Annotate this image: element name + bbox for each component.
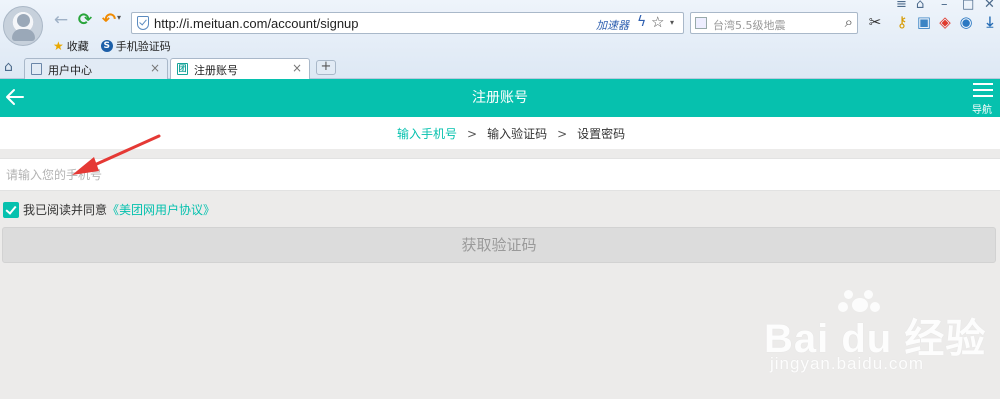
user-agreement-link[interactable]: 《美团网用户协议》 [107, 201, 215, 218]
step-set-password: 设置密码 [577, 127, 626, 141]
baidu-jingyan-watermark: Bai du 经验 jingyan.baidu.com [760, 288, 996, 388]
tab-user-center[interactable]: 用户中心 × [24, 58, 168, 79]
maximize-icon[interactable]: □ [962, 0, 974, 12]
chevron-down-icon[interactable]: ▾ [670, 18, 674, 27]
nav-label: 导航 [972, 105, 992, 116]
address-bar[interactable]: http://i.meituan.com/account/signup 加速器 … [131, 12, 684, 34]
nav-menu-button[interactable]: 导航 [972, 81, 994, 116]
paw-icon [830, 288, 890, 338]
lightning-icon[interactable]: ϟ [637, 14, 646, 30]
star-icon[interactable]: ☆ [651, 13, 664, 31]
list-icon [973, 83, 993, 99]
refresh-icon[interactable]: ⟳ [75, 10, 95, 30]
user-avatar[interactable] [3, 6, 43, 46]
new-tab-button[interactable]: + [316, 60, 336, 75]
key-icon[interactable]: ⚷ [893, 13, 911, 31]
minimize-icon[interactable]: – [941, 0, 948, 12]
page-icon [31, 63, 42, 75]
search-input[interactable]: 台湾5.5级地震 [713, 17, 786, 33]
star-icon: ★ [53, 39, 64, 53]
home-icon[interactable]: ⌂ [4, 59, 13, 75]
get-code-button[interactable]: 获取验证码 [2, 227, 996, 263]
bookmarks-bar: ★ 收藏 S 手机验证码 [53, 39, 171, 53]
page-title: 注册账号 [472, 90, 528, 106]
bookmark-label: 收藏 [66, 40, 89, 53]
bookmark-sms-code[interactable]: S 手机验证码 [100, 39, 171, 53]
back-arrow-icon[interactable]: ← [51, 10, 71, 30]
agree-checkbox[interactable] [3, 201, 19, 218]
agreement-row: 我已阅读并同意 《美团网用户协议》 [3, 201, 215, 218]
chevron-down-icon[interactable]: ▾ [117, 13, 121, 22]
signup-steps: 输入手机号 > 输入验证码 > 设置密码 [0, 117, 1000, 149]
watermark-brand: Bai du 经验 [764, 317, 987, 361]
watermark-url: jingyan.baidu.com [770, 354, 925, 373]
accelerator-label[interactable]: 加速器 [596, 17, 629, 33]
phone-input[interactable] [6, 165, 986, 185]
phone-row [0, 158, 1000, 191]
skin-icon[interactable]: ⌂ [916, 0, 924, 12]
red-app-icon[interactable]: ◈ [936, 13, 954, 31]
close-icon[interactable]: × [292, 61, 302, 75]
menu-icon[interactable]: ≡ [896, 0, 907, 12]
tab-label: 用户中心 [48, 64, 92, 77]
step-separator: > [557, 126, 568, 141]
close-icon[interactable]: × [150, 61, 160, 75]
url-text[interactable]: http://i.meituan.com/account/signup [154, 16, 359, 31]
scissors-icon[interactable]: ✂ [866, 13, 884, 31]
agree-text: 我已阅读并同意 [23, 203, 108, 217]
extension-icon[interactable]: ▣ [915, 13, 933, 31]
bookmark-favorites[interactable]: ★ 收藏 [53, 39, 89, 53]
bookmark-label: 手机验证码 [115, 40, 171, 53]
tab-label: 注册账号 [194, 64, 238, 77]
step-separator: > [467, 126, 478, 141]
search-engine-icon [695, 17, 707, 29]
shield-icon [137, 16, 149, 30]
meituan-icon: 团 [177, 63, 188, 75]
browser-chrome: ← ⟳ ↶ ▾ http://i.meituan.com/account/sig… [0, 0, 1000, 79]
step-enter-code: 输入验证码 [487, 127, 548, 141]
download-icon[interactable]: ⤓ [981, 13, 999, 31]
back-arrow-icon[interactable] [5, 87, 25, 107]
step-enter-phone: 输入手机号 [397, 127, 458, 141]
search-bar[interactable]: 台湾5.5级地震 ⌕ [690, 12, 858, 34]
globe-icon[interactable]: ◉ [957, 13, 975, 31]
sogou-icon: S [100, 40, 113, 52]
tab-signup[interactable]: 团 注册账号 × [170, 58, 310, 79]
undo-icon[interactable]: ↶ [99, 10, 119, 30]
page-header: 注册账号 导航 [0, 79, 1000, 117]
search-icon[interactable]: ⌕ [845, 13, 853, 31]
close-icon[interactable]: ✕ [984, 0, 995, 12]
